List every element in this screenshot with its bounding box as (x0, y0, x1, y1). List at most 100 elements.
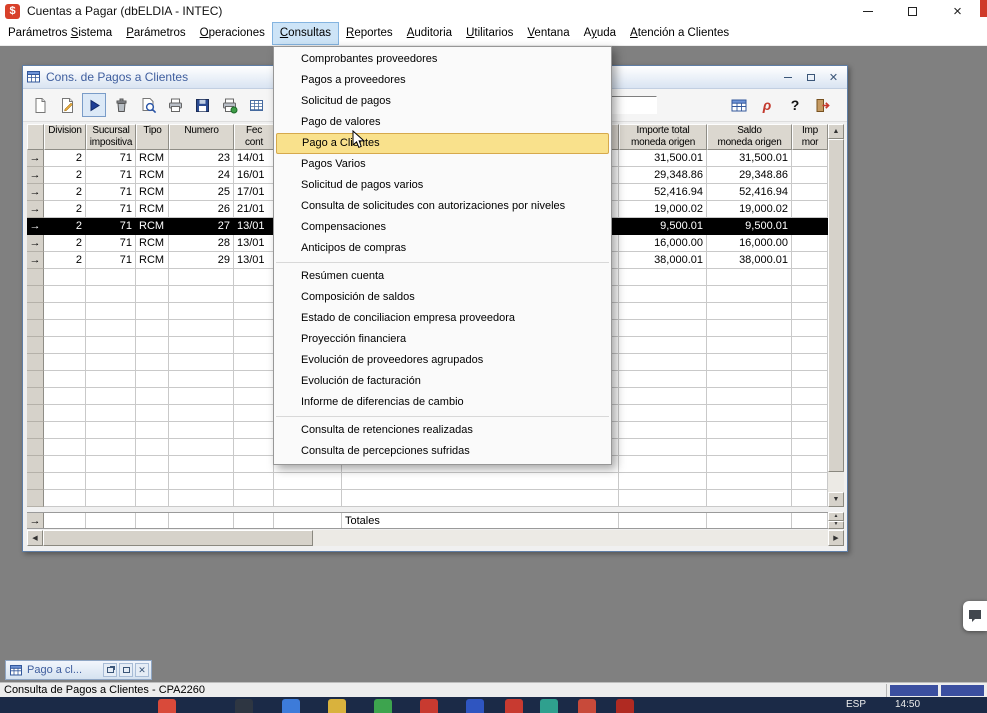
preview-icon (140, 97, 157, 114)
menubar-item-reportes[interactable]: Reportes (339, 22, 400, 45)
menu-item-composicion-de-saldos[interactable]: Composición de saldos (274, 287, 611, 308)
column-header-saldo[interactable]: Saldomoneda origen (707, 124, 792, 150)
print-button[interactable] (163, 93, 187, 117)
spin-up-button[interactable]: ▲ (828, 512, 844, 521)
menu-item-solicitud-de-pagos[interactable]: Solicitud de pagos (274, 91, 611, 112)
taskbar-app-icon[interactable] (578, 699, 596, 713)
preview-button[interactable] (136, 93, 160, 117)
min-restore-button[interactable] (103, 663, 117, 677)
column-header-tipo[interactable]: Tipo (136, 124, 169, 150)
menu-item-solicitud-de-pagos-varios[interactable]: Solicitud de pagos varios (274, 175, 611, 196)
print-setup-button[interactable] (217, 93, 241, 117)
menu-item-pagos-a-proveedores[interactable]: Pagos a proveedores (274, 70, 611, 91)
grid-cell: 2 (44, 167, 86, 184)
taskbar-app-icon[interactable] (420, 699, 438, 713)
menubar-item-auditoria[interactable]: Auditoria (400, 22, 459, 45)
menu-separator (276, 262, 609, 263)
column-header-sucursal[interactable]: Sucursalimpositiva (86, 124, 136, 150)
menu-separator (276, 416, 609, 417)
child-close-button[interactable]: ✕ (824, 69, 843, 85)
app-icon[interactable]: $ (5, 4, 20, 19)
scroll-down-button[interactable]: ▼ (828, 492, 844, 507)
maximize-button[interactable] (890, 0, 935, 22)
menu-item-proyeccion-financiera[interactable]: Proyección financiera (274, 329, 611, 350)
menu-item-comprobantes-proveedores[interactable]: Comprobantes proveedores (274, 49, 611, 70)
taskbar-app-icon[interactable] (505, 699, 523, 713)
table-view-button[interactable] (727, 93, 751, 117)
menu-item-consulta-de-retenciones-realizadas[interactable]: Consulta de retenciones realizadas (274, 420, 611, 441)
menu-item-compensaciones[interactable]: Compensaciones (274, 217, 611, 238)
child-minimize-button[interactable] (778, 69, 797, 85)
horizontal-scroll-thumb[interactable] (43, 530, 313, 546)
menubar-item-ventana[interactable]: Ventana (520, 22, 576, 45)
child-window-title: Cons. de Pagos a Clientes (46, 70, 188, 84)
save-button[interactable] (190, 93, 214, 117)
scroll-up-button[interactable]: ▲ (828, 124, 844, 139)
column-header-fecha[interactable]: Feccont (234, 124, 274, 150)
close-button[interactable]: × (935, 0, 980, 22)
menu-item-consulta-de-percepciones-sufridas[interactable]: Consulta de percepciones sufridas (274, 441, 611, 462)
grid-cell: 16,000.00 (619, 235, 707, 252)
menu-item-pagos-varios[interactable]: Pagos Varios (274, 154, 611, 175)
taskbar-app-icon[interactable] (282, 699, 300, 713)
taskbar-app-icon[interactable] (158, 699, 176, 713)
menubar-item-atencion-a-clientes[interactable]: Atención a Clientes (623, 22, 736, 45)
delete-record-button[interactable] (109, 93, 133, 117)
taskbar-app-icon[interactable] (328, 699, 346, 713)
grid-row-empty[interactable] (27, 490, 828, 507)
grid-row-empty[interactable] (27, 473, 828, 490)
run-query-button[interactable] (82, 93, 106, 117)
menu-item-consulta-de-solicitudes-con-autorizaciones-por-niveles[interactable]: Consulta de solicitudes con autorizacion… (274, 196, 611, 217)
taskbar-clock[interactable]: 14:50 (895, 699, 920, 710)
menu-item-resumen-cuenta[interactable]: Resúmen cuenta (274, 266, 611, 287)
taskbar-app-icon[interactable] (374, 699, 392, 713)
totals-spinner: ▲ ▼ (828, 512, 844, 529)
exit-button[interactable] (811, 93, 835, 117)
grid-cell (234, 354, 274, 371)
menubar-item-consultas[interactable]: Consultas (272, 22, 339, 45)
menubar-item-operaciones[interactable]: Operaciones (193, 22, 272, 45)
export-grid-button[interactable] (244, 93, 268, 117)
child-restore-button[interactable] (801, 69, 820, 85)
column-header-numero[interactable]: Numero (169, 124, 234, 150)
menubar-item-parametros-sistema[interactable]: Parámetros Sistema (1, 22, 119, 45)
taskbar-app-icon[interactable] (466, 699, 484, 713)
new-record-button[interactable] (28, 93, 52, 117)
taskbar-app-icon[interactable] (235, 699, 253, 713)
row-marker: → (27, 184, 44, 201)
chat-overlay-button[interactable] (963, 601, 987, 631)
minimized-window-pago-a-clientes[interactable]: Pago a cl... ✕ (5, 660, 152, 680)
horizontal-scrollbar[interactable]: ◀ ▶ (27, 530, 844, 546)
vertical-scrollbar[interactable]: ▲ ▼ (828, 124, 844, 507)
vertical-scroll-thumb[interactable] (828, 139, 844, 472)
grid-cell: 31,500.01 (619, 150, 707, 167)
grid-cell (792, 473, 828, 490)
minimize-button[interactable] (845, 0, 890, 22)
grid-cell: 19,000.02 (707, 201, 792, 218)
column-header-importe[interactable]: Importe totalmoneda origen (619, 124, 707, 150)
menubar-item-ayuda[interactable]: Ayuda (577, 22, 623, 45)
grid-cell: RCM (136, 184, 169, 201)
help-button[interactable]: ? (783, 93, 807, 117)
menu-item-estado-de-conciliacion-empresa-proveedora[interactable]: Estado de conciliacion empresa proveedor… (274, 308, 611, 329)
scroll-right-button[interactable]: ▶ (828, 530, 844, 546)
menu-item-evolucion-de-proveedores-agrupados[interactable]: Evolución de proveedores agrupados (274, 350, 611, 371)
menu-item-pago-a-clientes[interactable]: Pago a Clientes (276, 133, 609, 154)
taskbar-language-indicator[interactable]: ESP (846, 699, 866, 710)
column-header-division[interactable]: Division (44, 124, 86, 150)
filter-rho-button[interactable]: ρ (755, 93, 779, 117)
menu-item-informe-de-diferencias-de-cambio[interactable]: Informe de diferencias de cambio (274, 392, 611, 413)
spin-down-button[interactable]: ▼ (828, 521, 844, 530)
scroll-left-button[interactable]: ◀ (27, 530, 43, 546)
min-maximize-button[interactable] (119, 663, 133, 677)
edit-record-button[interactable] (55, 93, 79, 117)
menu-item-pago-de-valores[interactable]: Pago de valores (274, 112, 611, 133)
menu-item-anticipos-de-compras[interactable]: Anticipos de compras (274, 238, 611, 259)
min-close-button[interactable]: ✕ (135, 663, 149, 677)
taskbar-app-icon[interactable] (616, 699, 634, 713)
menu-item-evolucion-de-facturacion[interactable]: Evolución de facturación (274, 371, 611, 392)
menubar-item-utilitarios[interactable]: Utilitarios (459, 22, 520, 45)
column-header-imp2[interactable]: Impmor (792, 124, 828, 150)
taskbar-app-icon[interactable] (540, 699, 558, 713)
menubar-item-parametros[interactable]: Parámetros (119, 22, 192, 45)
